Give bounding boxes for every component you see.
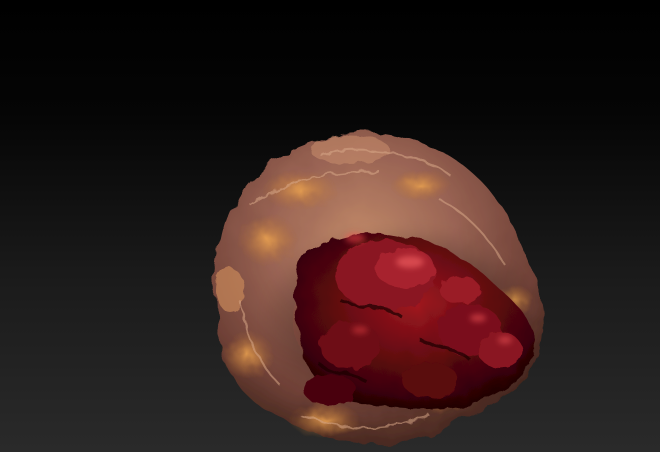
render-viewport: [0, 0, 660, 452]
organic-sculpt: [214, 131, 545, 444]
